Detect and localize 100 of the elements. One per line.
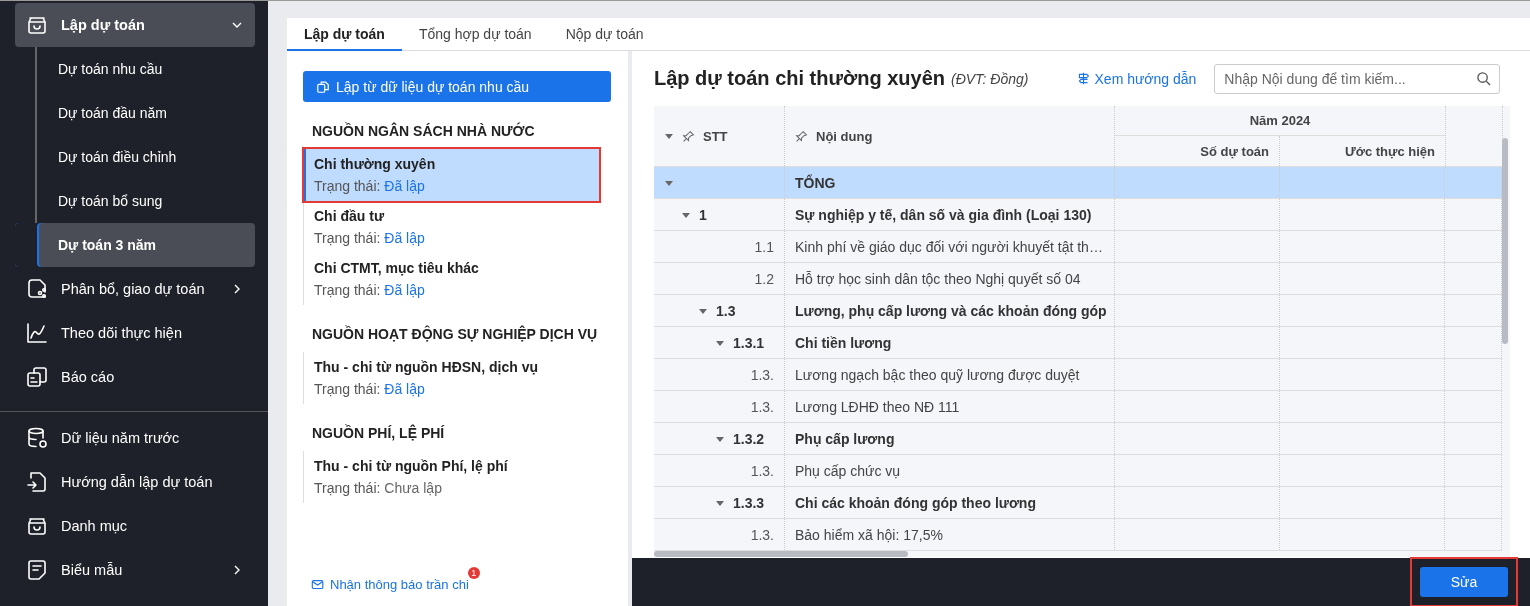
submenu-item[interactable]: Dự toán đầu năm — [15, 91, 255, 135]
row-number: 1.1 — [754, 238, 774, 255]
menu-item[interactable]: Hướng dẫn lập dự toán — [15, 460, 255, 504]
guide-link[interactable]: Xem hướng dẫn — [1076, 70, 1197, 87]
search-icon — [1476, 70, 1492, 86]
row-number: 1.3.3 — [733, 494, 765, 511]
row-content: Lương, phụ cấp lương và các khoản đóng góp — [795, 302, 1107, 319]
row-number: 1.3 — [716, 302, 736, 319]
table-row[interactable]: 1.2 Hỗ trợ học sinh dân tộc theo Nghị quyết số 04 — [654, 263, 1502, 295]
source-item[interactable]: Chi thường xuyên Trạng thái: Đã lập — [304, 149, 599, 201]
menu-item[interactable]: Báo cáo — [15, 355, 255, 399]
menu-label: Báo cáo — [61, 369, 116, 385]
source-item[interactable]: Chi đầu tư Trạng thái: Đã lập — [304, 201, 611, 253]
scrollbar[interactable] — [1502, 138, 1508, 344]
row-content: Phụ cấp chức vụ — [795, 462, 901, 479]
source-item[interactable]: Thu - chi từ nguồn HĐSN, dịch vụ Trạng thái: Đã lập — [304, 352, 611, 404]
file-icon — [25, 470, 49, 494]
menu-item[interactable]: Lập dự toán — [15, 3, 255, 47]
menu-label: Hướng dẫn lập dự toán — [61, 474, 214, 490]
menu-label: Danh mục — [61, 518, 129, 534]
submenu-item[interactable]: Dự toán điều chỉnh — [15, 135, 255, 179]
row-number: 1 — [699, 206, 707, 223]
tab[interactable]: Tổng hợp dự toán — [401, 18, 549, 51]
menu-item[interactable]: Theo dõi thực hiện — [15, 311, 255, 355]
status-value: Đã lập — [384, 282, 425, 298]
source-name: Chi đầu tư — [314, 208, 386, 224]
page-title: Lập dự toán chi thường xuyên — [654, 67, 945, 90]
unit-note: (ĐVT: Đồng) — [950, 70, 1029, 87]
status-value: Đã lập — [384, 230, 425, 246]
source-name: Thu - chi từ nguồn HĐSN, dịch vụ — [314, 359, 539, 375]
status-value: Đã lập — [384, 381, 425, 397]
db-icon — [25, 426, 49, 450]
pin-icon — [682, 129, 695, 143]
note-icon — [25, 558, 49, 582]
menu-item[interactable]: Danh mục — [15, 504, 255, 548]
status-label: Trạng thái: — [314, 282, 381, 298]
table-row[interactable]: 1.1 Kinh phí về giáo dục đối với người khuyết tật th… — [654, 231, 1502, 263]
column-header[interactable]: Ước thực hiện — [1280, 136, 1445, 166]
menu-label: Lập dự toán — [61, 17, 146, 33]
menu-label: Dữ liệu năm trước — [61, 430, 181, 446]
table-row[interactable]: 1.3. Lương LĐHĐ theo NĐ 111 — [654, 391, 1502, 423]
table-row[interactable]: 1.3.1 Chi tiền lương — [654, 327, 1502, 359]
row-content: Chi tiền lương — [795, 334, 892, 351]
scrollbar[interactable] — [654, 551, 908, 557]
table-row[interactable]: TỔNG — [654, 167, 1502, 199]
row-number: 1.3.1 — [733, 334, 765, 351]
notice-link[interactable]: Nhận thông báo trần chi — [311, 577, 469, 592]
pin-icon — [795, 129, 808, 143]
row-number: 1.3. — [750, 462, 774, 479]
row-content: Kinh phí về giáo dục đối với người khuyết tật th… — [795, 238, 1103, 255]
table-row[interactable]: 1 Sự nghiệp y tế, dân số và gia đình (Loại 130) — [654, 199, 1502, 231]
submenu-item[interactable]: Dự toán nhu cầu — [15, 47, 255, 91]
table-row[interactable]: 1.3.3 Chi các khoản đóng góp theo lương — [654, 487, 1502, 519]
table-row[interactable]: 1.3 Lương, phụ cấp lương và các khoản đóng góp — [654, 295, 1502, 327]
row-content: Chi các khoản đóng góp theo lương — [795, 494, 1036, 511]
row-content: TỔNG — [795, 174, 836, 191]
row-number: 1.3. — [750, 526, 774, 543]
menu-item[interactable]: Biểu mẫu — [15, 548, 255, 592]
menu-item[interactable]: Dữ liệu năm trước — [15, 416, 255, 460]
source-item[interactable]: Thu - chi từ nguồn Phí, lệ phí Trạng thái: Chưa lập — [304, 451, 611, 503]
section-title: NGUỒN NGÂN SÁCH NHÀ NƯỚC — [312, 123, 536, 139]
tab[interactable]: Nộp dự toán — [548, 18, 661, 51]
submenu-item[interactable]: Dự toán bổ sung — [15, 179, 255, 223]
column-header[interactable]: STT — [654, 106, 785, 166]
row-content: Lương LĐHĐ theo NĐ 111 — [795, 398, 960, 415]
notification-badge: 1 — [467, 567, 480, 579]
column-header[interactable]: Nội dung — [785, 106, 1115, 166]
status-label: Trạng thái: — [314, 480, 381, 496]
row-content: Phụ cấp lương — [795, 430, 895, 447]
row-content: Sự nghiệp y tế, dân số và gia đình (Loại 130) — [795, 206, 1092, 223]
status-label: Trạng thái: — [314, 178, 381, 194]
source-item[interactable]: Chi CTMT, mục tiêu khác Trạng thái: Đã lập — [304, 253, 611, 305]
copy-icon — [316, 79, 330, 94]
table-row[interactable]: 1.3. Lương ngạch bậc theo quỹ lương được duyệt — [654, 359, 1502, 391]
mail-icon — [311, 577, 325, 592]
table-row[interactable]: 1.3.2 Phụ cấp lương — [654, 423, 1502, 455]
collapse-icon — [664, 131, 674, 141]
row-number: 1.3.2 — [733, 430, 765, 447]
menu-item[interactable]: Phân bổ, giao dự toán — [15, 267, 255, 311]
status-label: Trạng thái: — [314, 230, 381, 246]
status-value: Đã lập — [384, 178, 425, 194]
search-field[interactable]: Nhập Nội dung để tìm kiếm... — [1214, 63, 1501, 94]
row-number: 1.3. — [750, 398, 774, 415]
menu-label: Phân bổ, giao dự toán — [61, 281, 206, 297]
docs-icon — [25, 365, 49, 389]
column-group-header: Năm 2024 — [1115, 106, 1445, 136]
status-value: Chưa lập — [384, 480, 442, 496]
create-button[interactable]: Lập từ dữ liệu dự toán nhu cầu — [303, 71, 611, 102]
row-number: 1.2 — [754, 270, 774, 287]
source-name: Chi CTMT, mục tiêu khác — [314, 260, 480, 276]
table-row[interactable]: 1.3. Phụ cấp chức vụ — [654, 455, 1502, 487]
submenu-item[interactable]: Dự toán 3 năm — [15, 223, 255, 267]
signpost-icon — [1076, 72, 1090, 85]
menu-label: Biểu mẫu — [61, 562, 124, 578]
source-name: Thu - chi từ nguồn Phí, lệ phí — [314, 458, 509, 474]
row-content: Hỗ trợ học sinh dân tộc theo Nghị quyết số 04 — [795, 270, 1081, 287]
edit-button[interactable]: Sửa — [1420, 567, 1508, 597]
column-header[interactable]: Số dự toán — [1115, 136, 1280, 166]
chart-icon — [25, 321, 49, 345]
section-title: NGUỒN HOẠT ĐỘNG SỰ NGHIỆP DỊCH VỤ — [312, 326, 599, 342]
